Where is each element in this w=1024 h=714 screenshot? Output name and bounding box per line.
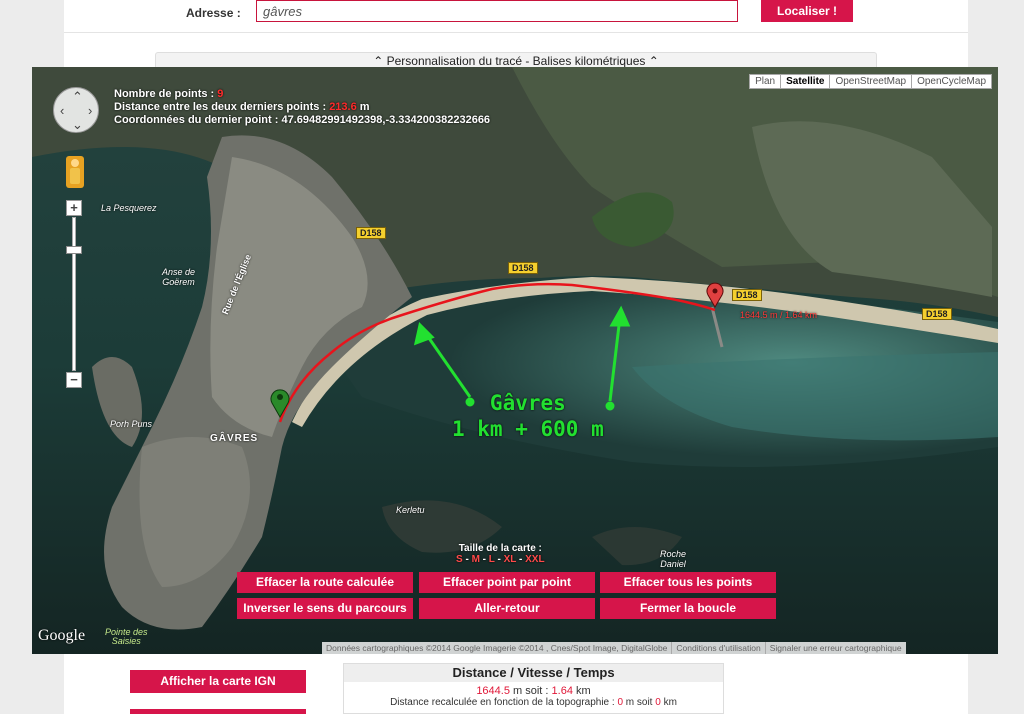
close-loop-button[interactable]: Fermer la boucle (600, 598, 776, 619)
size-option-xxl[interactable]: XXL (525, 554, 544, 565)
distance-km-unit: km (572, 685, 591, 697)
zoom-in-button[interactable]: + (66, 200, 82, 216)
size-separator: - (479, 554, 489, 565)
pan-down-icon[interactable]: ⌄ (72, 118, 83, 131)
map-type-opencyclemap[interactable]: OpenCycleMap (911, 74, 992, 89)
divider (64, 32, 968, 33)
pan-right-icon[interactable]: › (88, 104, 92, 117)
place-label: Pointe des Saisies (105, 628, 148, 646)
place-label: Roche Daniel (660, 549, 686, 569)
address-input[interactable] (256, 0, 738, 22)
last-distance-label: Distance entre les deux derniers points … (114, 101, 330, 113)
road-label: D158 (508, 262, 538, 274)
pan-control[interactable]: ⌃ ‹ › ⌄ (53, 87, 99, 133)
town-label: GÂVRES (210, 433, 259, 444)
map-size-selector: Taille de la carte : S - M - L - XL - XX… (456, 543, 545, 565)
recalc-mid: m soit (623, 697, 656, 708)
last-coords-label: Coordonnées du dernier point : (114, 114, 282, 126)
zoom-slider-thumb[interactable] (66, 246, 82, 254)
google-logo[interactable]: Google (38, 627, 85, 645)
place-label: Kerletu (396, 505, 425, 515)
zoom-slider-track[interactable] (72, 217, 76, 371)
attribution-data: Données cartographiques ©2014 Google Ima… (326, 643, 668, 653)
address-label: Adresse : (186, 6, 241, 20)
show-ign-map-button[interactable]: Afficher la carte IGN (130, 670, 306, 693)
place-label: Porh Puns (110, 419, 153, 429)
place-label: Goërem (162, 277, 195, 287)
map-type-openstreetmap[interactable]: OpenStreetMap (829, 74, 913, 89)
round-trip-button[interactable]: Aller-retour (419, 598, 595, 619)
distance-m-unit: m soit : (509, 685, 552, 697)
map-type-satellite[interactable]: Satellite (780, 74, 831, 89)
place-label: Roche (660, 549, 687, 559)
size-option-s[interactable]: S (456, 554, 463, 565)
distance-summary: 1644.5 m soit : 1.64 km (344, 685, 723, 697)
next-button[interactable] (130, 709, 306, 714)
distance-marker-label: 1644.5 m / 1.64 km (740, 310, 818, 320)
terms-link[interactable]: Conditions d'utilisation (671, 642, 764, 654)
size-option-m[interactable]: M (472, 554, 480, 565)
size-separator: - (462, 554, 472, 565)
distance-m-value: 1644.5 (476, 685, 510, 697)
recalculated-distance: Distance recalculée en fonction de la to… (344, 697, 723, 708)
recalc-km-unit: km (660, 697, 677, 708)
pan-left-icon[interactable]: ‹ (60, 104, 64, 117)
pan-up-icon[interactable]: ⌃ (72, 90, 83, 103)
place-label: Anse de (162, 267, 196, 277)
street-view-pegman-icon[interactable] (66, 156, 84, 188)
road-label: D158 (732, 289, 762, 301)
road-label: D158 (922, 308, 952, 320)
zoom-out-button[interactable]: − (66, 372, 82, 388)
satellite-map[interactable]: Nombre de points : 9 Distance entre les … (32, 67, 998, 654)
clear-route-button[interactable]: Effacer la route calculée (237, 572, 413, 593)
size-separator: - (516, 554, 526, 565)
annotation-distance: 1 km + 600 m (452, 417, 604, 441)
place-label: Anse de Goërem (162, 267, 195, 287)
green-annotation: Gâvres 1 km + 600 m (452, 390, 604, 442)
place-label: La Pesquerez (101, 203, 157, 213)
route-info-panel: Nombre de points : 9 Distance entre les … (114, 88, 490, 127)
personalisation-toggle[interactable]: ⌃ Personnalisation du tracé - Balises ki… (155, 52, 877, 68)
place-label: Daniel (660, 559, 686, 569)
map-type-plan[interactable]: Plan (749, 74, 782, 89)
place-label: Saisies (111, 636, 141, 646)
size-separator: - (494, 554, 504, 565)
map-attribution: Données cartographiques ©2014 Google Ima… (322, 642, 906, 654)
road-label: D158 (356, 227, 386, 239)
map-type-switcher: Plan Satellite OpenStreetMap OpenCycleMa… (749, 74, 992, 89)
reverse-route-button[interactable]: Inverser le sens du parcours (237, 598, 413, 619)
map-size-label: Taille de la carte : (458, 543, 542, 554)
recalc-label: Distance recalculée en fonction de la to… (390, 697, 618, 708)
distance-km-value: 1.64 (551, 685, 573, 697)
locate-button[interactable]: Localiser ! (761, 0, 853, 22)
clear-point-button[interactable]: Effacer point par point (419, 572, 595, 593)
last-coords-value: 47.69482991492398,-3.334200382232666 (281, 114, 491, 126)
clear-all-points-button[interactable]: Effacer tous les points (600, 572, 776, 593)
panel-title: Distance / Vitesse / Temps (344, 664, 723, 682)
distance-speed-time-panel: Distance / Vitesse / Temps 1644.5 m soit… (343, 663, 724, 714)
size-option-xl[interactable]: XL (504, 554, 517, 565)
satellite-imagery (32, 67, 998, 654)
points-count-value: 9 (217, 88, 224, 100)
report-error-link[interactable]: Signaler une erreur cartographique (764, 642, 906, 654)
last-distance-unit: m (356, 101, 370, 113)
page: Adresse : Localiser ! ⌃ Personnalisation… (0, 0, 1024, 714)
last-distance-value: 213.6 (329, 101, 357, 113)
annotation-title: Gâvres (489, 391, 566, 415)
points-count-label: Nombre de points : (114, 88, 218, 100)
